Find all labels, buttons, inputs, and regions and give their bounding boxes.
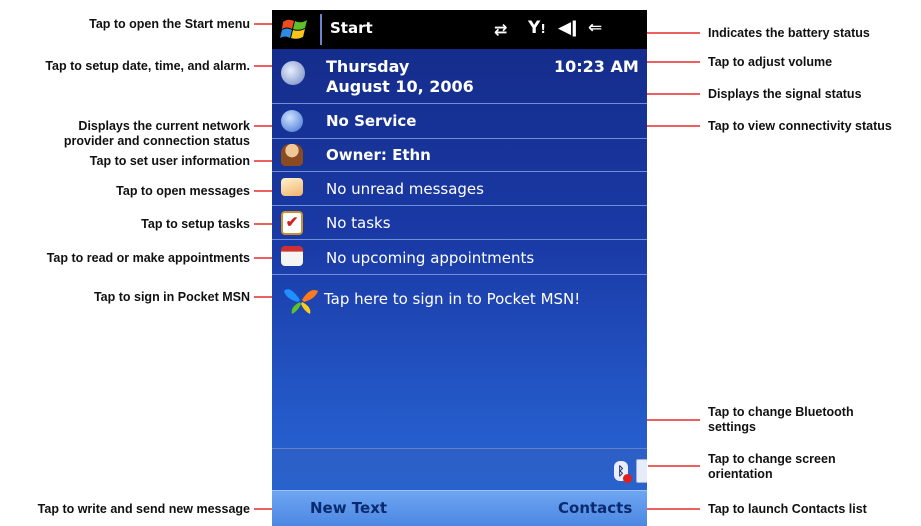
date-row[interactable]: Thursday August 10, 2006 10:23 AM bbox=[272, 49, 647, 104]
msn-butterfly-icon bbox=[282, 285, 320, 315]
signal-icon: Y! bbox=[528, 18, 546, 38]
owner-row[interactable]: Owner: Ethn bbox=[272, 139, 647, 172]
annotation-msn: Tap to sign in Pocket MSN bbox=[93, 290, 250, 304]
tasks-icon: ✔ bbox=[281, 211, 303, 235]
tasks-row[interactable]: ✔ No tasks bbox=[272, 206, 647, 240]
date-line-2: August 10, 2006 bbox=[326, 77, 474, 96]
annotation-battery: Indicates the battery status bbox=[708, 26, 870, 40]
annotation-bluetooth: Tap to change Bluetooth settings bbox=[708, 405, 854, 434]
battery-icon: ⇐ bbox=[588, 18, 603, 38]
envelope-icon bbox=[281, 178, 303, 196]
connectivity-icon[interactable]: ⇄ bbox=[494, 20, 507, 39]
annotation-volume: Tap to adjust volume bbox=[708, 55, 833, 69]
clock-icon bbox=[281, 61, 305, 85]
owner-icon bbox=[281, 144, 303, 166]
annotation-new-text: Tap to write and send new message bbox=[37, 502, 250, 516]
calendar-icon bbox=[281, 246, 303, 266]
screen-rotate-icon[interactable] bbox=[636, 459, 647, 483]
date-line-1: Thursday bbox=[326, 57, 410, 76]
network-status: No Service bbox=[326, 112, 417, 130]
network-row: No Service bbox=[272, 104, 647, 139]
globe-icon bbox=[281, 110, 303, 132]
annotation-appointments: Tap to read or make appointments bbox=[46, 251, 250, 265]
annotation-signal: Displays the signal status bbox=[708, 87, 862, 101]
msn-signin-text: Tap here to sign in to Pocket MSN! bbox=[324, 290, 581, 308]
today-screen: Start ⇄ Y! ◀ǀ ⇐ Thursday August 10, 2006… bbox=[272, 10, 647, 526]
title-bar: Start ⇄ Y! ◀ǀ ⇐ bbox=[272, 10, 647, 49]
tasks-status: No tasks bbox=[326, 214, 391, 232]
contacts-softkey[interactable]: Contacts bbox=[558, 499, 632, 517]
annotation-date-time: Tap to setup date, time, and alarm. bbox=[45, 59, 250, 73]
owner-name: Owner: Ethn bbox=[326, 146, 431, 164]
annotation-owner: Tap to set user information bbox=[89, 154, 250, 168]
annotation-messages: Tap to open messages bbox=[116, 184, 250, 198]
title-separator bbox=[320, 14, 322, 45]
appointments-row[interactable]: No upcoming appointments bbox=[272, 240, 647, 275]
annotation-orientation: Tap to change screen orientation bbox=[708, 452, 836, 481]
volume-icon[interactable]: ◀ǀ bbox=[558, 18, 577, 38]
annotation-start-menu: Tap to open the Start menu bbox=[89, 17, 250, 31]
soft-key-bar: New Text Contacts bbox=[272, 490, 647, 526]
annotation-tasks: Tap to setup tasks bbox=[141, 217, 250, 231]
start-menu-title[interactable]: Start bbox=[330, 19, 373, 37]
annotation-network: Displays the current network provider an… bbox=[63, 119, 250, 148]
bluetooth-error-badge bbox=[623, 474, 632, 483]
annotation-connectivity: Tap to view connectivity status bbox=[708, 119, 892, 133]
status-bar: ᛒ bbox=[272, 448, 647, 489]
clock-time[interactable]: 10:23 AM bbox=[554, 57, 639, 76]
new-text-softkey[interactable]: New Text bbox=[310, 499, 387, 517]
appointments-status: No upcoming appointments bbox=[326, 249, 535, 267]
messages-status: No unread messages bbox=[326, 180, 484, 198]
msn-row[interactable]: Tap here to sign in to Pocket MSN! bbox=[272, 275, 647, 315]
windows-flag-icon[interactable] bbox=[280, 16, 310, 43]
messages-row[interactable]: No unread messages bbox=[272, 172, 647, 206]
annotation-contacts: Tap to launch Contacts list bbox=[708, 502, 867, 516]
